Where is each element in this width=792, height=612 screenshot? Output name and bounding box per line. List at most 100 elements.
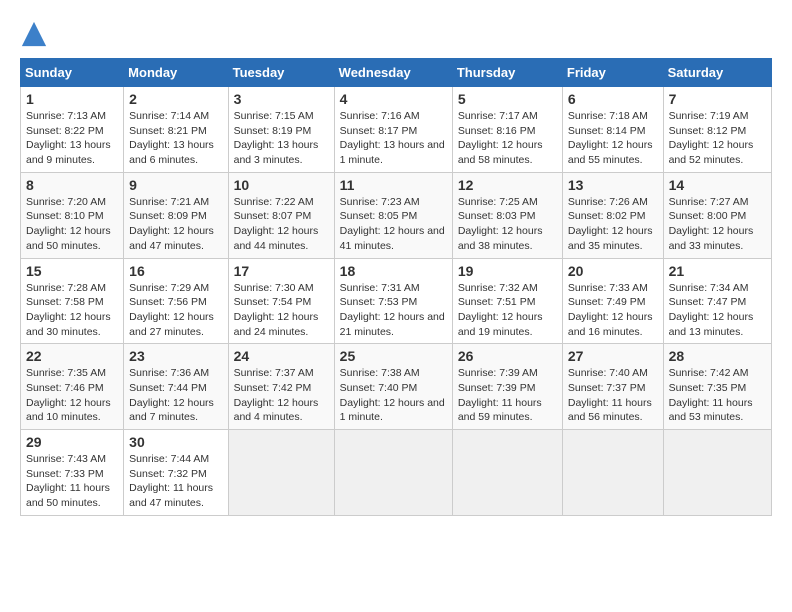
day-info: Sunrise: 7:14 AM Sunset: 8:21 PM Dayligh… <box>129 109 222 168</box>
calendar-cell: 20 Sunrise: 7:33 AM Sunset: 7:49 PM Dayl… <box>562 258 663 344</box>
day-number: 8 <box>26 177 118 193</box>
day-info: Sunrise: 7:31 AM Sunset: 7:53 PM Dayligh… <box>340 281 447 340</box>
weekday-header-sunday: Sunday <box>21 59 124 87</box>
day-number: 6 <box>568 91 658 107</box>
calendar-cell: 21 Sunrise: 7:34 AM Sunset: 7:47 PM Dayl… <box>663 258 771 344</box>
day-number: 10 <box>234 177 329 193</box>
calendar-cell <box>228 430 334 516</box>
logo <box>20 20 51 48</box>
day-info: Sunrise: 7:21 AM Sunset: 8:09 PM Dayligh… <box>129 195 222 254</box>
calendar-cell: 9 Sunrise: 7:21 AM Sunset: 8:09 PM Dayli… <box>124 172 228 258</box>
weekday-header-wednesday: Wednesday <box>334 59 452 87</box>
weekday-header-thursday: Thursday <box>452 59 562 87</box>
day-number: 12 <box>458 177 557 193</box>
day-info: Sunrise: 7:17 AM Sunset: 8:16 PM Dayligh… <box>458 109 557 168</box>
calendar-cell: 6 Sunrise: 7:18 AM Sunset: 8:14 PM Dayli… <box>562 87 663 173</box>
calendar-cell: 15 Sunrise: 7:28 AM Sunset: 7:58 PM Dayl… <box>21 258 124 344</box>
weekday-header-saturday: Saturday <box>663 59 771 87</box>
calendar-cell: 2 Sunrise: 7:14 AM Sunset: 8:21 PM Dayli… <box>124 87 228 173</box>
calendar-week-4: 22 Sunrise: 7:35 AM Sunset: 7:46 PM Dayl… <box>21 344 772 430</box>
day-info: Sunrise: 7:28 AM Sunset: 7:58 PM Dayligh… <box>26 281 118 340</box>
calendar-cell: 7 Sunrise: 7:19 AM Sunset: 8:12 PM Dayli… <box>663 87 771 173</box>
calendar-table: SundayMondayTuesdayWednesdayThursdayFrid… <box>20 58 772 516</box>
calendar-cell: 16 Sunrise: 7:29 AM Sunset: 7:56 PM Dayl… <box>124 258 228 344</box>
calendar-week-3: 15 Sunrise: 7:28 AM Sunset: 7:58 PM Dayl… <box>21 258 772 344</box>
day-info: Sunrise: 7:44 AM Sunset: 7:32 PM Dayligh… <box>129 452 222 511</box>
day-info: Sunrise: 7:36 AM Sunset: 7:44 PM Dayligh… <box>129 366 222 425</box>
day-info: Sunrise: 7:33 AM Sunset: 7:49 PM Dayligh… <box>568 281 658 340</box>
weekday-header-tuesday: Tuesday <box>228 59 334 87</box>
day-number: 13 <box>568 177 658 193</box>
calendar-cell: 26 Sunrise: 7:39 AM Sunset: 7:39 PM Dayl… <box>452 344 562 430</box>
day-number: 17 <box>234 263 329 279</box>
day-number: 16 <box>129 263 222 279</box>
calendar-cell: 14 Sunrise: 7:27 AM Sunset: 8:00 PM Dayl… <box>663 172 771 258</box>
calendar-cell: 29 Sunrise: 7:43 AM Sunset: 7:33 PM Dayl… <box>21 430 124 516</box>
day-number: 2 <box>129 91 222 107</box>
day-info: Sunrise: 7:15 AM Sunset: 8:19 PM Dayligh… <box>234 109 329 168</box>
day-info: Sunrise: 7:40 AM Sunset: 7:37 PM Dayligh… <box>568 366 658 425</box>
day-info: Sunrise: 7:42 AM Sunset: 7:35 PM Dayligh… <box>669 366 766 425</box>
day-info: Sunrise: 7:32 AM Sunset: 7:51 PM Dayligh… <box>458 281 557 340</box>
day-number: 18 <box>340 263 447 279</box>
calendar-cell: 18 Sunrise: 7:31 AM Sunset: 7:53 PM Dayl… <box>334 258 452 344</box>
day-number: 5 <box>458 91 557 107</box>
calendar-cell: 8 Sunrise: 7:20 AM Sunset: 8:10 PM Dayli… <box>21 172 124 258</box>
day-number: 19 <box>458 263 557 279</box>
day-number: 11 <box>340 177 447 193</box>
day-info: Sunrise: 7:29 AM Sunset: 7:56 PM Dayligh… <box>129 281 222 340</box>
calendar-cell: 25 Sunrise: 7:38 AM Sunset: 7:40 PM Dayl… <box>334 344 452 430</box>
calendar-cell: 5 Sunrise: 7:17 AM Sunset: 8:16 PM Dayli… <box>452 87 562 173</box>
day-number: 22 <box>26 348 118 364</box>
day-number: 9 <box>129 177 222 193</box>
day-number: 14 <box>669 177 766 193</box>
day-number: 25 <box>340 348 447 364</box>
day-number: 30 <box>129 434 222 450</box>
header <box>20 20 772 48</box>
day-info: Sunrise: 7:37 AM Sunset: 7:42 PM Dayligh… <box>234 366 329 425</box>
day-number: 21 <box>669 263 766 279</box>
day-info: Sunrise: 7:20 AM Sunset: 8:10 PM Dayligh… <box>26 195 118 254</box>
day-info: Sunrise: 7:18 AM Sunset: 8:14 PM Dayligh… <box>568 109 658 168</box>
calendar-cell: 4 Sunrise: 7:16 AM Sunset: 8:17 PM Dayli… <box>334 87 452 173</box>
day-number: 20 <box>568 263 658 279</box>
day-number: 7 <box>669 91 766 107</box>
day-info: Sunrise: 7:39 AM Sunset: 7:39 PM Dayligh… <box>458 366 557 425</box>
day-number: 27 <box>568 348 658 364</box>
calendar-cell: 24 Sunrise: 7:37 AM Sunset: 7:42 PM Dayl… <box>228 344 334 430</box>
calendar-cell <box>562 430 663 516</box>
calendar-cell <box>663 430 771 516</box>
day-info: Sunrise: 7:22 AM Sunset: 8:07 PM Dayligh… <box>234 195 329 254</box>
calendar-cell: 30 Sunrise: 7:44 AM Sunset: 7:32 PM Dayl… <box>124 430 228 516</box>
calendar-cell: 27 Sunrise: 7:40 AM Sunset: 7:37 PM Dayl… <box>562 344 663 430</box>
day-number: 28 <box>669 348 766 364</box>
day-number: 24 <box>234 348 329 364</box>
calendar-cell: 12 Sunrise: 7:25 AM Sunset: 8:03 PM Dayl… <box>452 172 562 258</box>
day-info: Sunrise: 7:25 AM Sunset: 8:03 PM Dayligh… <box>458 195 557 254</box>
day-number: 1 <box>26 91 118 107</box>
calendar-cell: 1 Sunrise: 7:13 AM Sunset: 8:22 PM Dayli… <box>21 87 124 173</box>
calendar-cell <box>334 430 452 516</box>
day-info: Sunrise: 7:26 AM Sunset: 8:02 PM Dayligh… <box>568 195 658 254</box>
weekday-header-monday: Monday <box>124 59 228 87</box>
day-number: 15 <box>26 263 118 279</box>
calendar-cell: 22 Sunrise: 7:35 AM Sunset: 7:46 PM Dayl… <box>21 344 124 430</box>
day-number: 4 <box>340 91 447 107</box>
calendar-cell: 11 Sunrise: 7:23 AM Sunset: 8:05 PM Dayl… <box>334 172 452 258</box>
day-info: Sunrise: 7:16 AM Sunset: 8:17 PM Dayligh… <box>340 109 447 168</box>
calendar-week-1: 1 Sunrise: 7:13 AM Sunset: 8:22 PM Dayli… <box>21 87 772 173</box>
day-info: Sunrise: 7:43 AM Sunset: 7:33 PM Dayligh… <box>26 452 118 511</box>
calendar-cell: 13 Sunrise: 7:26 AM Sunset: 8:02 PM Dayl… <box>562 172 663 258</box>
day-info: Sunrise: 7:13 AM Sunset: 8:22 PM Dayligh… <box>26 109 118 168</box>
calendar-cell: 10 Sunrise: 7:22 AM Sunset: 8:07 PM Dayl… <box>228 172 334 258</box>
calendar-cell: 28 Sunrise: 7:42 AM Sunset: 7:35 PM Dayl… <box>663 344 771 430</box>
day-number: 26 <box>458 348 557 364</box>
day-info: Sunrise: 7:19 AM Sunset: 8:12 PM Dayligh… <box>669 109 766 168</box>
calendar-week-2: 8 Sunrise: 7:20 AM Sunset: 8:10 PM Dayli… <box>21 172 772 258</box>
day-number: 3 <box>234 91 329 107</box>
day-info: Sunrise: 7:27 AM Sunset: 8:00 PM Dayligh… <box>669 195 766 254</box>
day-number: 29 <box>26 434 118 450</box>
calendar-cell: 23 Sunrise: 7:36 AM Sunset: 7:44 PM Dayl… <box>124 344 228 430</box>
calendar-week-5: 29 Sunrise: 7:43 AM Sunset: 7:33 PM Dayl… <box>21 430 772 516</box>
day-info: Sunrise: 7:30 AM Sunset: 7:54 PM Dayligh… <box>234 281 329 340</box>
